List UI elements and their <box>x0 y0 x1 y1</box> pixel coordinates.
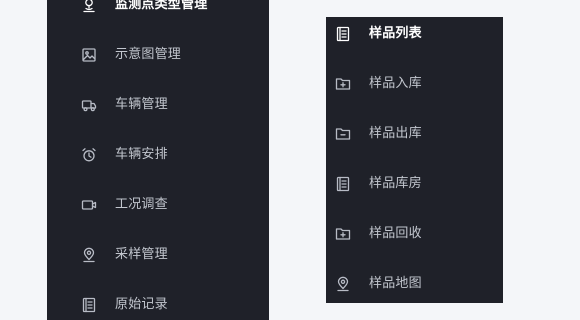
menu-item-label: 样品列表 <box>369 26 422 41</box>
menu-item-sample-inbound[interactable]: 样品入库 <box>326 69 503 99</box>
folder-plus-icon <box>334 75 352 93</box>
menu-item-original-records[interactable]: 原始记录 <box>47 290 269 320</box>
menu-item-condition-survey[interactable]: 工况调查 <box>47 190 269 220</box>
menu-item-sample-list[interactable]: 样品列表 <box>326 19 503 49</box>
menu-item-label: 监测点类型管理 <box>115 0 208 12</box>
menu-item-label: 原始记录 <box>115 297 168 312</box>
truck-icon <box>80 96 98 114</box>
menu-item-label: 工况调查 <box>115 197 168 212</box>
alarm-clock-icon <box>80 146 98 164</box>
menu-item-label: 样品地图 <box>369 276 422 291</box>
menu-item-sample-map[interactable]: 样品地图 <box>326 269 503 299</box>
menu-item-sample-storage[interactable]: 样品库房 <box>326 169 503 199</box>
menu-item-sampling-management[interactable]: 采样管理 <box>47 240 269 270</box>
map-pin-icon <box>334 275 352 293</box>
right-submenu: 样品列表 样品入库 样品出库 样品库房 样品回收 样品地图 <box>326 17 503 303</box>
menu-item-monitoring-point-type[interactable]: 监测点类型管理 <box>47 0 269 20</box>
location-pin-icon <box>80 0 98 14</box>
menu-item-label: 样品库房 <box>369 176 422 191</box>
video-camera-icon <box>80 196 98 214</box>
menu-item-label: 车辆安排 <box>115 147 168 162</box>
menu-item-label: 采样管理 <box>115 247 168 262</box>
menu-item-label: 样品回收 <box>369 226 422 241</box>
document-icon <box>334 25 352 43</box>
menu-item-sample-outbound[interactable]: 样品出库 <box>326 119 503 149</box>
menu-item-label: 车辆管理 <box>115 97 168 112</box>
menu-item-vehicle-management[interactable]: 车辆管理 <box>47 90 269 120</box>
document-icon <box>334 175 352 193</box>
map-pin-icon <box>80 246 98 264</box>
folder-minus-icon <box>334 125 352 143</box>
menu-item-sample-recovery[interactable]: 样品回收 <box>326 219 503 249</box>
document-icon <box>80 296 98 314</box>
image-icon <box>80 46 98 64</box>
menu-item-diagram-management[interactable]: 示意图管理 <box>47 40 269 70</box>
left-sidebar-menu: 监测点类型管理 示意图管理 车辆管理 车辆安排 工况调查 采样管理 原始记录 <box>47 0 269 320</box>
menu-item-label: 样品入库 <box>369 76 422 91</box>
folder-plus-icon <box>334 225 352 243</box>
menu-item-vehicle-scheduling[interactable]: 车辆安排 <box>47 140 269 170</box>
menu-item-label: 示意图管理 <box>115 47 182 62</box>
menu-item-label: 样品出库 <box>369 126 422 141</box>
canvas: 监测点类型管理 示意图管理 车辆管理 车辆安排 工况调查 采样管理 原始记录 样… <box>0 0 580 320</box>
